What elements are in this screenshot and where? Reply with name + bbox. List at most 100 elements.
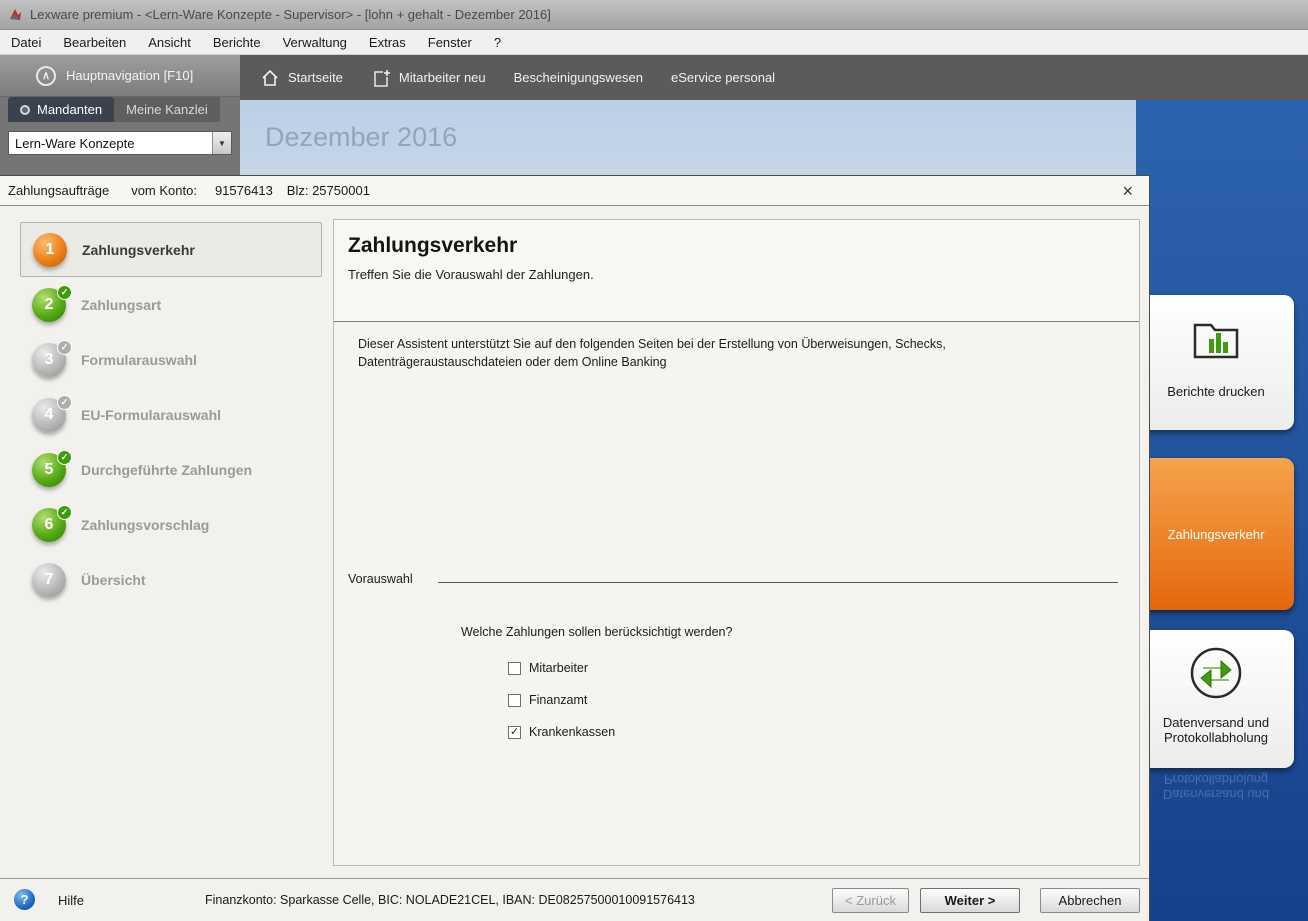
new-document-plus-icon bbox=[371, 68, 391, 88]
toolbar-item-startseite[interactable]: Startseite bbox=[260, 68, 343, 88]
tab-meine-kanzlei-label: Meine Kanzlei bbox=[126, 102, 208, 117]
berichte-drucken-button[interactable]: Berichte drucken bbox=[1138, 295, 1294, 430]
assistant-description: Dieser Assistent unterstützt Sie auf den… bbox=[358, 337, 946, 369]
hauptnavigation-button[interactable]: ∧ Hauptnavigation [F10] bbox=[0, 55, 240, 97]
period-title: Dezember 2016 bbox=[265, 122, 458, 152]
menu-item-berichte[interactable]: Berichte bbox=[202, 32, 272, 53]
back-button[interactable]: < Zurück bbox=[832, 888, 909, 913]
step-durchgefuehrte-zahlungen[interactable]: 5 ✓ Durchgeführte Zahlungen bbox=[20, 442, 322, 497]
step-5-circle: 5 ✓ bbox=[32, 449, 72, 487]
toolbar-item-startseite-label: Startseite bbox=[288, 70, 343, 85]
vorauswahl-label: Vorauswahl bbox=[348, 572, 413, 586]
step-7-circle: 7 bbox=[32, 562, 66, 597]
dialog-title: Zahlungsaufträge bbox=[8, 183, 110, 198]
step-eu-formularauswahl[interactable]: 4 ✓ EU-Formularauswahl bbox=[20, 387, 322, 442]
berichte-drucken-label: Berichte drucken bbox=[1167, 384, 1265, 399]
dialog-account-label: vom Konto: bbox=[131, 183, 197, 198]
mandant-select-value: Lern-Ware Konzepte bbox=[15, 135, 135, 151]
cancel-button[interactable]: Abbrechen bbox=[1040, 888, 1140, 913]
step-zahlungsvorschlag[interactable]: 6 ✓ Zahlungsvorschlag bbox=[20, 497, 322, 552]
zahlungsauftraege-dialog: Zahlungsaufträge vom Konto: 91576413 Blz… bbox=[0, 175, 1150, 921]
toolbar: Startseite Mitarbeiter neu Bescheinigung… bbox=[240, 55, 1308, 100]
step-pending-check-icon: ✓ bbox=[57, 394, 72, 410]
wizard-steps: 1 Zahlungsverkehr 2 ✓ Zahlungsart 3 ✓ Fo… bbox=[20, 222, 322, 607]
dialog-blz: Blz: 25750001 bbox=[286, 183, 370, 198]
window-title: Lexware premium - <Lern-Ware Konzepte - … bbox=[30, 7, 551, 22]
dialog-footer: ? Hilfe Finanzkonto: Sparkasse Celle, BI… bbox=[0, 878, 1149, 921]
mitarbeiter-checkbox[interactable]: ✓ bbox=[508, 661, 521, 675]
vorauswahl-section: Vorauswahl bbox=[348, 572, 1118, 586]
dialog-header: Zahlungsaufträge vom Konto: 91576413 Blz… bbox=[0, 176, 1149, 206]
content-header: Zahlungsverkehr Treffen Sie die Vorauswa… bbox=[334, 220, 1139, 322]
toolbar-item-eservice-personal-label: eService personal bbox=[671, 70, 776, 85]
panel-reflection: Datenversand und Protokollabholung bbox=[1162, 772, 1270, 802]
chevron-up-circle-icon: ∧ bbox=[36, 65, 56, 86]
toolbar-item-bescheinigungswesen-label: Bescheinigungswesen bbox=[513, 70, 644, 85]
help-label[interactable]: Hilfe bbox=[58, 893, 84, 908]
menu-item-hilfe[interactable]: ? bbox=[483, 32, 512, 53]
close-icon[interactable]: × bbox=[1122, 182, 1133, 200]
dialog-account-number: 91576413 bbox=[214, 183, 273, 198]
tab-meine-kanzlei[interactable]: Meine Kanzlei bbox=[114, 97, 220, 122]
toolbar-item-mitarbeiter-neu-label: Mitarbeiter neu bbox=[398, 70, 486, 85]
lexware-logo-icon bbox=[6, 6, 24, 24]
payments-question: Welche Zahlungen sollen berücksichtigt w… bbox=[461, 625, 733, 639]
step-3-circle: 3 ✓ bbox=[32, 339, 72, 377]
menu-item-datei[interactable]: Datei bbox=[0, 32, 52, 53]
tab-mandanten[interactable]: Mandanten bbox=[8, 97, 115, 122]
checkbox-row-mitarbeiter[interactable]: ✓ Mitarbeiter bbox=[508, 661, 588, 675]
content-heading: Zahlungsverkehr bbox=[348, 234, 518, 257]
chevron-down-icon[interactable]: ▼ bbox=[212, 132, 231, 154]
menu-bar: Datei Bearbeiten Ansicht Berichte Verwal… bbox=[0, 30, 1308, 55]
step-pending-check-icon: ✓ bbox=[57, 339, 72, 355]
step-2-circle: 2 ✓ bbox=[32, 284, 72, 322]
sidebar-tabs: Mandanten Meine Kanzlei bbox=[0, 97, 240, 122]
zahlungsverkehr-panel-label: Zahlungsverkehr bbox=[1167, 526, 1265, 542]
step-done-check-icon: ✓ bbox=[57, 449, 72, 465]
krankenkassen-checkbox[interactable]: ✓ bbox=[508, 725, 521, 739]
radio-dot-icon bbox=[20, 104, 30, 115]
finanzamt-checkbox-label: Finanzamt bbox=[529, 693, 588, 707]
sync-arrows-icon bbox=[1144, 644, 1288, 705]
datenversand-button[interactable]: Datenversand und Protokollabholung bbox=[1138, 630, 1294, 768]
menu-item-extras[interactable]: Extras bbox=[358, 32, 417, 53]
step-zahlungsverkehr[interactable]: 1 Zahlungsverkehr bbox=[20, 222, 322, 277]
step-1-circle: 1 bbox=[33, 232, 67, 267]
step-formularauswahl[interactable]: 3 ✓ Formularauswahl bbox=[20, 332, 322, 387]
content-subheading: Treffen Sie die Vorauswahl der Zahlungen… bbox=[348, 267, 594, 282]
mitarbeiter-checkbox-label: Mitarbeiter bbox=[529, 661, 589, 675]
menu-item-fenster[interactable]: Fenster bbox=[417, 32, 483, 53]
step-6-circle: 6 ✓ bbox=[32, 504, 72, 542]
mandant-select[interactable]: Lern-Ware Konzepte ▼ bbox=[8, 131, 232, 155]
step-4-circle: 4 ✓ bbox=[32, 394, 72, 432]
zahlungsverkehr-button[interactable]: Zahlungsverkehr bbox=[1138, 458, 1294, 610]
menu-item-ansicht[interactable]: Ansicht bbox=[137, 32, 202, 53]
checkbox-row-krankenkassen[interactable]: ✓ Krankenkassen bbox=[508, 725, 615, 739]
toolbar-item-mitarbeiter-neu[interactable]: Mitarbeiter neu bbox=[371, 68, 486, 88]
menu-item-bearbeiten[interactable]: Bearbeiten bbox=[52, 32, 137, 53]
checkbox-row-finanzamt[interactable]: ✓ Finanzamt bbox=[508, 693, 587, 707]
title-bar: Lexware premium - <Lern-Ware Konzepte - … bbox=[0, 0, 1308, 30]
finanzamt-checkbox[interactable]: ✓ bbox=[508, 693, 521, 707]
step-done-check-icon: ✓ bbox=[57, 284, 72, 300]
next-button[interactable]: Weiter > bbox=[920, 888, 1020, 913]
print-reports-chart-icon bbox=[1144, 309, 1288, 374]
home-icon bbox=[260, 68, 280, 88]
application-window: Lexware premium - <Lern-Ware Konzepte - … bbox=[0, 0, 1308, 921]
krankenkassen-checkbox-label: Krankenkassen bbox=[529, 725, 616, 739]
right-action-panel: Berichte drucken Zahlungsverkehr Datenve… bbox=[1136, 100, 1308, 921]
section-divider-line bbox=[438, 582, 1118, 583]
datenversand-label: Datenversand und Protokollabholung bbox=[1162, 715, 1270, 745]
step-uebersicht[interactable]: 7 Übersicht bbox=[20, 552, 322, 607]
step-zahlungsart[interactable]: 2 ✓ Zahlungsart bbox=[20, 277, 322, 332]
menu-item-verwaltung[interactable]: Verwaltung bbox=[272, 32, 358, 53]
sidebar: ∧ Hauptnavigation [F10] Mandanten Meine … bbox=[0, 55, 240, 180]
toolbar-item-eservice-personal[interactable]: eService personal bbox=[671, 70, 775, 85]
finanzkonto-info: Finanzkonto: Sparkasse Celle, BIC: NOLAD… bbox=[205, 893, 695, 907]
hauptnavigation-label: Hauptnavigation [F10] bbox=[66, 68, 194, 83]
tab-mandanten-label: Mandanten bbox=[37, 102, 103, 117]
step-done-check-icon: ✓ bbox=[57, 504, 72, 520]
help-icon[interactable]: ? bbox=[14, 889, 35, 910]
wizard-content: Zahlungsverkehr Treffen Sie die Vorauswa… bbox=[333, 219, 1140, 866]
toolbar-item-bescheinigungswesen[interactable]: Bescheinigungswesen bbox=[514, 70, 643, 85]
